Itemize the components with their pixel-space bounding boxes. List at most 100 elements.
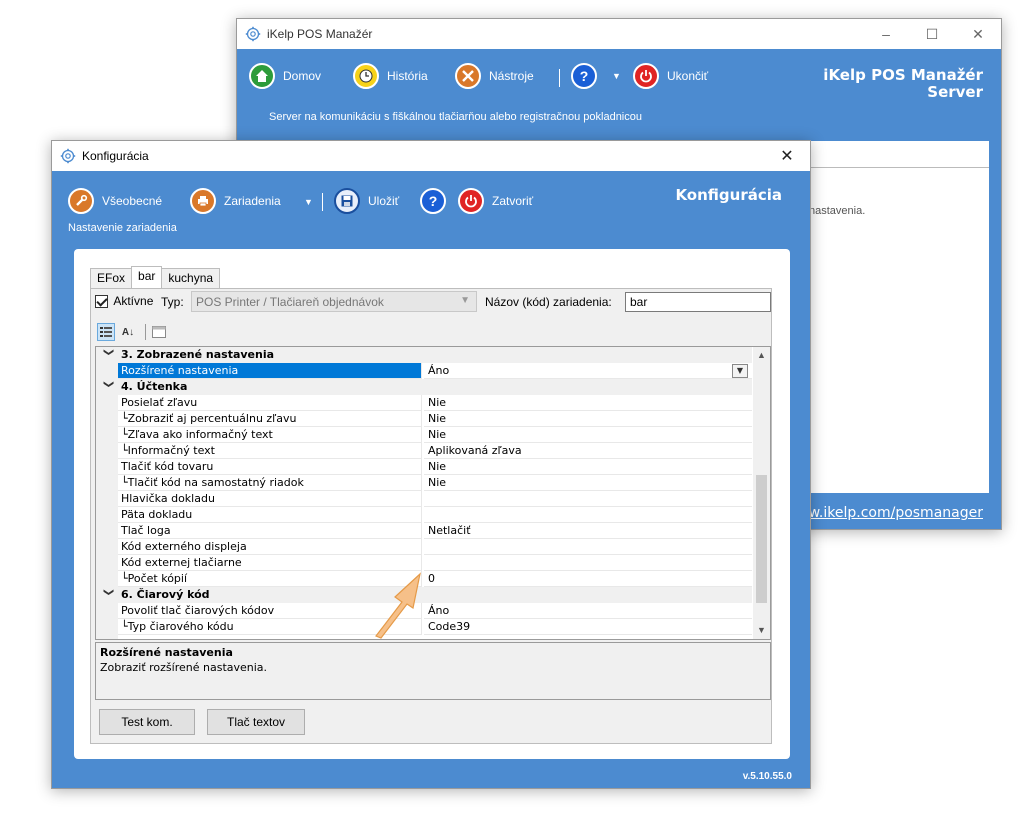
property-value[interactable]: Nie — [424, 427, 752, 443]
property-grid: ❯ 3. Zobrazené nastavenia Rozšírené nastav… — [95, 346, 771, 640]
tab-efox[interactable]: EFox — [90, 268, 133, 288]
grid-property-row[interactable]: Tlačiť kód tovaru Nie — [96, 459, 752, 475]
property-value[interactable]: Nie — [424, 395, 752, 411]
property-name: Posielať zľavu — [118, 395, 422, 411]
pos-manager-header: Domov História Nástroje ? ▼ Ukončiť iKel… — [237, 49, 1001, 141]
property-name: └Informačný text — [118, 443, 422, 459]
annotation-arrow — [375, 572, 421, 639]
wrench-icon — [68, 188, 94, 214]
categorized-view-icon[interactable] — [97, 323, 115, 341]
active-checkbox[interactable] — [95, 295, 108, 309]
toolbar-separator — [322, 193, 323, 211]
property-value[interactable] — [424, 555, 752, 571]
close-icon[interactable]: ✕ — [764, 141, 810, 171]
active-label: Aktívne — [113, 294, 154, 308]
device-name-label: Názov (kód) zariadenia: — [485, 295, 612, 309]
grid-property-row[interactable]: └Zľava ako informačný text Nie — [96, 427, 752, 443]
grid-property-row[interactable]: Päta dokladu — [96, 507, 752, 523]
grid-property-row[interactable]: Posielať zľavu Nie — [96, 395, 752, 411]
device-tabs: EFox bar kuchyna — [90, 266, 221, 288]
scrollbar-thumb[interactable] — [756, 475, 767, 603]
window-title: Konfigurácia — [82, 149, 149, 163]
chevron-down-icon[interactable]: ❯ — [100, 348, 116, 362]
grid-property-row[interactable]: Rozšírené nastavenia Áno ▼ — [96, 363, 752, 379]
tools-button[interactable]: Nástroje — [455, 63, 534, 89]
close-config-button[interactable]: Zatvoriť — [458, 188, 533, 214]
property-value[interactable]: Áno — [424, 603, 752, 619]
help-button[interactable]: ? — [571, 63, 605, 89]
type-select[interactable]: POS Printer / Tlačiareň objednávok ▼ — [191, 291, 477, 312]
property-value — [424, 347, 752, 363]
configuration-body: Všeobecné Zariadenia ▼ Uložiť ? Zatvoriť… — [52, 171, 810, 788]
devices-button[interactable]: Zariadenia — [190, 188, 281, 214]
config-panel: EFox bar kuchyna Aktívne Typ: POS Printe… — [74, 249, 790, 759]
property-name: └Zľava ako informačný text — [118, 427, 422, 443]
configuration-titlebar: Konfigurácia — [52, 141, 810, 171]
grid-property-row[interactable]: Tlač loga Netlačiť — [96, 523, 752, 539]
tab-kuchyna[interactable]: kuchyna — [161, 268, 221, 288]
property-value[interactable]: Netlačiť — [424, 523, 752, 539]
maximize-icon[interactable]: ☐ — [909, 19, 955, 49]
property-value[interactable]: Nie — [424, 475, 752, 491]
property-value[interactable]: Nie — [424, 411, 752, 427]
property-value[interactable]: 0 — [424, 571, 752, 587]
property-value[interactable] — [424, 539, 752, 555]
minimize-icon[interactable]: – — [863, 19, 909, 49]
property-value[interactable] — [424, 507, 752, 523]
device-name-input[interactable]: bar — [625, 292, 771, 312]
printer-icon — [190, 188, 216, 214]
chevron-down-icon[interactable]: ❯ — [100, 380, 116, 394]
property-name: Kód externého displeja — [118, 539, 422, 555]
active-checkbox-group[interactable]: Aktívne — [95, 294, 154, 309]
property-pages-icon[interactable] — [150, 323, 168, 341]
save-button[interactable]: Uložiť — [334, 188, 399, 214]
property-name: 3. Zobrazené nastavenia — [121, 348, 275, 361]
property-value[interactable]: Aplikovaná zľava — [424, 443, 752, 459]
help-button[interactable]: ? — [420, 188, 454, 214]
grid-property-row[interactable]: └Zobraziť aj percentuálnu zľavu Nie — [96, 411, 752, 427]
property-name: └Zobraziť aj percentuálnu zľavu — [118, 411, 422, 427]
value-dropdown-icon[interactable]: ▼ — [732, 364, 748, 378]
grid-category-row[interactable]: ❯ 4. Účtenka — [96, 379, 752, 395]
grid-property-row[interactable]: Hlavička dokladu — [96, 491, 752, 507]
home-icon — [249, 63, 275, 89]
toolbar-separator — [559, 69, 560, 87]
grid-property-row[interactable]: └Informačný text Aplikovaná zľava — [96, 443, 752, 459]
general-button[interactable]: Všeobecné — [68, 188, 162, 214]
property-value[interactable]: Code39 — [424, 619, 752, 635]
brand-title: iKelp POS Manažér Server — [823, 66, 983, 101]
property-value[interactable]: Nie — [424, 459, 752, 475]
grid-category-row[interactable]: ❯ 3. Zobrazené nastavenia — [96, 347, 752, 363]
property-value[interactable] — [424, 491, 752, 507]
home-button[interactable]: Domov — [249, 63, 321, 89]
server-subtitle: Server na komunikáciu s fiškálnou tlačia… — [269, 111, 642, 123]
chevron-down-icon[interactable]: ▼ — [612, 71, 621, 81]
test-communication-button[interactable]: Test kom. — [99, 709, 195, 735]
chevron-down-icon[interactable]: ❯ — [100, 588, 116, 602]
chevron-down-icon[interactable]: ▼ — [304, 197, 313, 207]
property-grid-toolbar: A↓ — [95, 320, 771, 344]
scroll-up-icon[interactable]: ▲ — [753, 347, 770, 364]
clock-icon — [353, 63, 379, 89]
configuration-window: Konfigurácia ✕ Všeobecné Zariadenia ▼ Ul… — [51, 140, 811, 789]
alphabetical-sort-icon[interactable]: A↓ — [119, 323, 137, 341]
description-title: Rozšírené nastavenia — [100, 646, 233, 659]
history-button[interactable]: História — [353, 63, 428, 89]
tab-bar[interactable]: bar — [131, 266, 163, 288]
config-brand: Konfigurácia — [675, 186, 782, 204]
property-value[interactable]: Áno — [424, 363, 752, 379]
property-name: └Tlačiť kód na samostatný riadok — [118, 475, 422, 491]
website-link[interactable]: www.ikelp.com/posmanager — [786, 505, 983, 521]
vertical-scrollbar[interactable]: ▲ ▼ — [753, 347, 770, 639]
property-name: Rozšírené nastavenia — [118, 363, 422, 379]
scroll-down-icon[interactable]: ▼ — [753, 622, 770, 639]
toolbar-divider — [145, 324, 146, 340]
close-icon[interactable]: ✕ — [955, 19, 1001, 49]
property-name: Tlačiť kód tovaru — [118, 459, 422, 475]
print-texts-button[interactable]: Tlač textov — [207, 709, 305, 735]
exit-button[interactable]: Ukončiť — [633, 63, 708, 89]
grid-property-row[interactable]: └Tlačiť kód na samostatný riadok Nie — [96, 475, 752, 491]
grid-property-row[interactable]: Kód externého displeja — [96, 539, 752, 555]
tools-icon — [455, 63, 481, 89]
property-value — [424, 587, 752, 603]
